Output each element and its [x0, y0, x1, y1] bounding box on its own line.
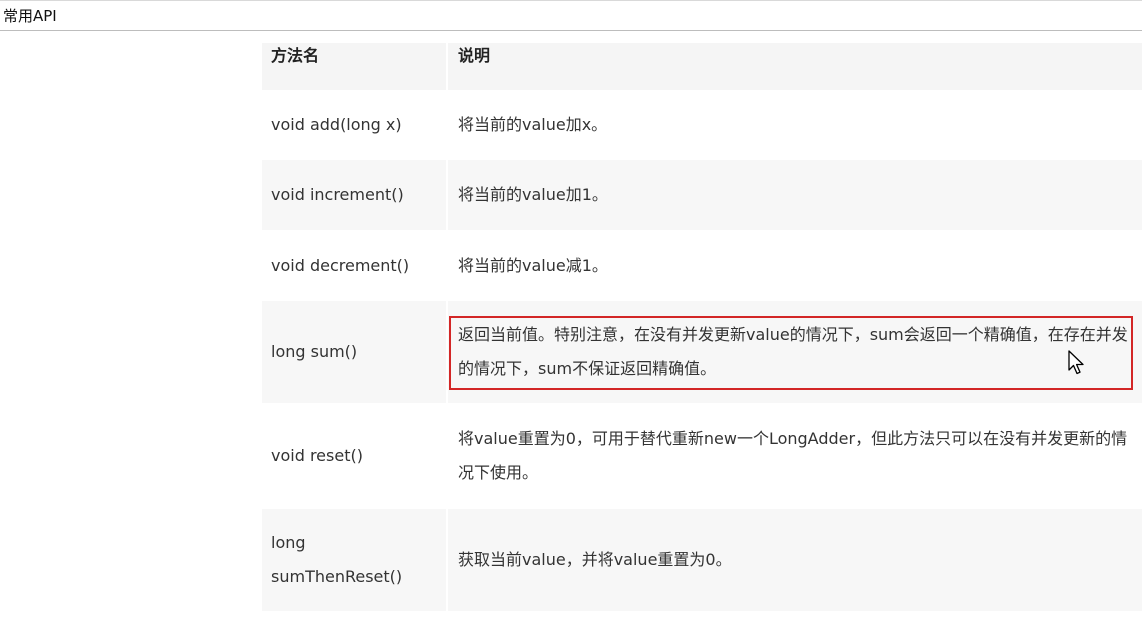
method-name: void decrement() [262, 230, 448, 301]
page-header: 常用API [0, 0, 1142, 31]
method-name: long sumThenReset() [262, 509, 448, 611]
table-row: void add(long x) 将当前的value加x。 [262, 90, 1142, 160]
method-name: long sum() [262, 301, 448, 403]
highlight-annotation-box [449, 316, 1133, 390]
page-title: 常用API [3, 7, 57, 25]
method-description: 将当前的value加1。 [448, 160, 1142, 230]
method-description: 将当前的value减1。 [448, 230, 1142, 301]
method-name: void reset() [262, 403, 448, 509]
table-row: void increment() 将当前的value加1。 [262, 160, 1142, 230]
column-header-description: 说明 [448, 43, 1142, 90]
column-header-method: 方法名 [262, 43, 448, 90]
table-row: void reset() 将value重置为0，可用于替代重新new一个Long… [262, 403, 1142, 509]
method-name: void increment() [262, 160, 448, 230]
method-description: 获取当前value，并将value重置为0。 [448, 509, 1142, 611]
method-description: 将当前的value加x。 [448, 90, 1142, 160]
mouse-cursor-icon [1068, 350, 1084, 375]
method-description: 将value重置为0，可用于替代重新new一个LongAdder，但此方法只可以… [448, 403, 1142, 509]
table-row: void decrement() 将当前的value减1。 [262, 230, 1142, 301]
table-header-row: 方法名 说明 [262, 43, 1142, 90]
table-row: long sumThenReset() 获取当前value，并将value重置为… [262, 509, 1142, 611]
method-name: void add(long x) [262, 90, 448, 160]
